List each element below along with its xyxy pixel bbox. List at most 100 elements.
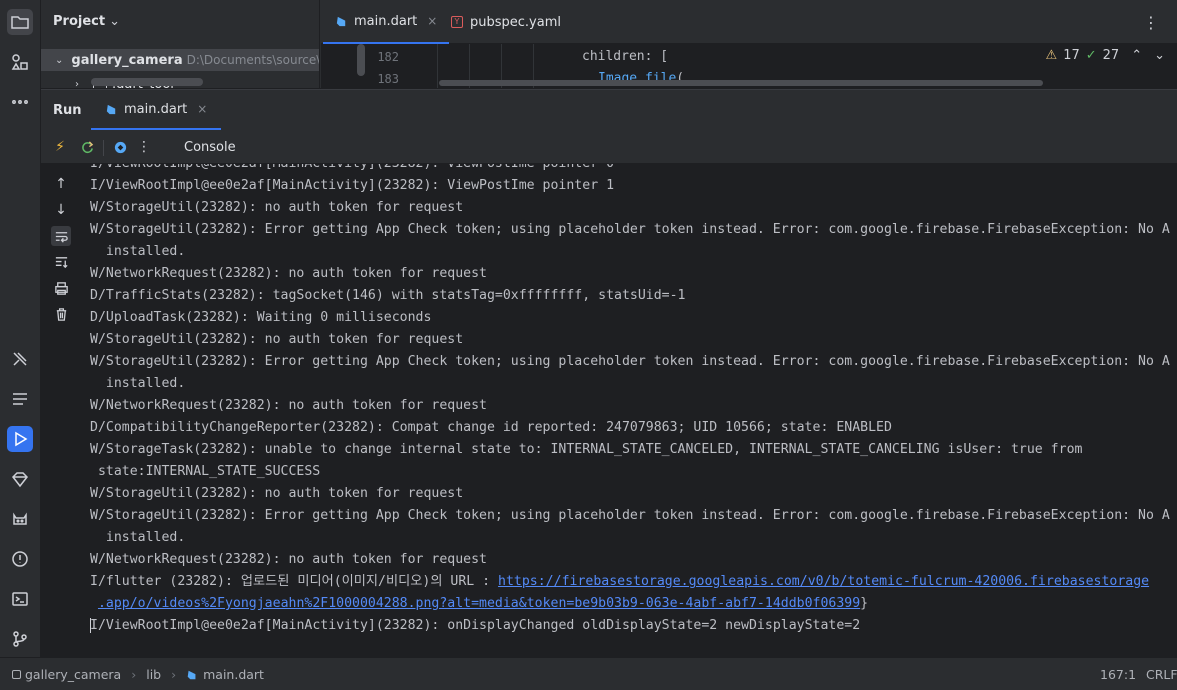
project-root-path: D:\Documents\source\ <box>186 53 320 67</box>
log-line: I/ViewRootImpl@ee0e2af[MainActivity](232… <box>90 178 615 193</box>
gem-icon[interactable] <box>7 466 33 492</box>
breadcrumb-folder[interactable]: lib <box>146 667 161 682</box>
print-icon[interactable] <box>51 278 71 298</box>
log-line-last: I/ViewRootImpl@ee0e2af[MainActivity](232… <box>90 615 860 637</box>
terminal-icon[interactable] <box>7 586 33 612</box>
breadcrumb-project[interactable]: gallery_camera <box>25 667 121 682</box>
check-icon: ✓ <box>1085 48 1097 63</box>
chevron-down-icon[interactable]: ⌄ <box>1154 48 1165 63</box>
indent-guide <box>437 44 438 88</box>
run-tab-main-dart[interactable]: main.dart × <box>91 90 222 130</box>
firebase-url-link-cont[interactable]: .app/o/videos%2Fyongjaeahn%2F1000004288.… <box>98 596 860 611</box>
structure-icon[interactable] <box>7 49 33 75</box>
project-folder-icon[interactable] <box>7 9 33 35</box>
expanded-arrow-icon[interactable]: ⌄ <box>55 55 63 66</box>
line-ending[interactable]: CRLF <box>1146 667 1177 682</box>
yaml-file-icon: Y <box>451 16 463 28</box>
arrow-up-icon[interactable]: ↑ <box>51 174 71 194</box>
log-line: W/StorageUtil(23282): no auth token for … <box>90 332 464 347</box>
log-line: W/StorageUtil(23282): Error getting App … <box>90 508 1170 523</box>
chevron-down-icon: ⌄ <box>109 14 120 29</box>
devtools-icon[interactable] <box>111 138 129 156</box>
hot-reload-icon[interactable]: ⚡ <box>51 138 69 156</box>
more-options-icon[interactable]: ⋮ <box>1143 13 1159 32</box>
project-horizontal-scrollbar[interactable] <box>91 78 203 86</box>
chevron-up-icon[interactable]: ⌃ <box>1131 48 1142 63</box>
more-tools-icon[interactable] <box>7 89 33 115</box>
log-first-char: I <box>90 618 98 633</box>
run-icon[interactable] <box>7 426 33 452</box>
project-view-selector[interactable]: Project ⌄ <box>53 14 120 29</box>
tab-label: main.dart <box>354 13 418 29</box>
code-line-182[interactable]: children: [ <box>582 49 668 64</box>
log-line-flutter-url-cont: .app/o/videos%2Fyongjaeahn%2F1000004288.… <box>90 593 868 615</box>
editor-panel: main.dart × Y pubspec.yaml ⋮ 182 183 chi… <box>321 0 1177 88</box>
project-panel: Project ⌄ ⌄ gallery_camera D:\Documents\s… <box>41 0 320 88</box>
log-line: W/StorageTask(23282): unable to change i… <box>90 442 1083 457</box>
tab-label: pubspec.yaml <box>470 14 561 30</box>
log-line: state:INTERNAL_STATE_SUCCESS <box>90 464 321 479</box>
console-label[interactable]: Console <box>184 140 236 155</box>
dart-file-icon <box>106 104 116 114</box>
breadcrumb: gallery_camera › lib › main.dart <box>12 667 264 682</box>
log-line: W/StorageUtil(23282): Error getting App … <box>90 354 1170 369</box>
log-line: I/ViewRootImpl@ee0e2af[MainActivity](232… <box>90 164 614 175</box>
log-line: W/NetworkRequest(23282): no auth token f… <box>90 552 487 567</box>
tab-main-dart[interactable]: main.dart × <box>323 0 450 44</box>
cat-debug-icon[interactable] <box>7 506 33 532</box>
firebase-url-link[interactable]: https://firebasestorage.googleapis.com/v… <box>498 574 1149 589</box>
soft-wrap-icon[interactable] <box>51 226 71 246</box>
arrow-down-icon[interactable]: ↓ <box>51 200 71 220</box>
warning-count: 17 <box>1063 48 1080 63</box>
line-number: 182 <box>377 50 399 64</box>
flutter-inspector-icon[interactable] <box>7 346 33 372</box>
scroll-to-end-icon[interactable] <box>51 252 71 272</box>
dart-file-icon <box>187 670 196 679</box>
run-tab-label: main.dart <box>124 101 188 117</box>
collapsed-arrow-icon[interactable]: › <box>75 79 89 89</box>
log-line: D/TrafficStats(23282): tagSocket(146) wi… <box>90 288 686 303</box>
top-area: Project ⌄ ⌄ gallery_camera D:\Documents\s… <box>41 0 1177 88</box>
log-line: installed. <box>90 376 186 391</box>
tree-row-project-root[interactable]: ⌄ gallery_camera D:\Documents\source\ <box>41 49 320 71</box>
close-tab-icon[interactable]: × <box>427 14 437 28</box>
console-output[interactable]: I/ViewRootImpl@ee0e2af[MainActivity](232… <box>90 164 1177 658</box>
log-line-flutter-url: I/flutter (23282): 업로드된 미디어(이미지/비디오)의 UR… <box>90 571 1149 593</box>
git-branch-icon[interactable] <box>7 626 33 652</box>
breadcrumb-separator: › <box>131 667 137 682</box>
tab-pubspec-yaml[interactable]: Y pubspec.yaml <box>439 0 573 44</box>
close-tab-icon[interactable]: × <box>197 102 207 116</box>
toolbar-divider <box>103 140 104 156</box>
logcat-list-icon[interactable] <box>7 386 33 412</box>
log-line: W/NetworkRequest(23282): no auth token f… <box>90 398 487 413</box>
more-options-icon[interactable]: ⋮ <box>135 138 153 156</box>
log-line: installed. <box>90 244 186 259</box>
log-line: D/CompatibilityChangeReporter(23282): Co… <box>90 420 892 435</box>
warning-icon: ⚠ <box>1045 48 1058 63</box>
problems-icon[interactable] <box>7 546 33 572</box>
tool-window-strip <box>0 0 41 657</box>
log-line: D/UploadTask(23282): Waiting 0 milliseco… <box>90 310 432 325</box>
log-text: /ViewRootImpl@ee0e2af[MainActivity](2328… <box>97 618 861 633</box>
log-suffix: } <box>860 596 869 611</box>
log-line: W/StorageUtil(23282): Error getting App … <box>90 222 1170 237</box>
log-line: W/StorageUtil(23282): no auth token for … <box>90 486 464 501</box>
trash-icon[interactable] <box>51 304 71 324</box>
project-title: Project <box>53 14 106 29</box>
module-icon <box>12 670 21 679</box>
line-number: 183 <box>377 72 399 86</box>
run-tool-window: Run main.dart × ⚡ ⋮ Console ↑ ↓ I/ViewRo… <box>41 89 1177 658</box>
editor-tab-bar: main.dart × Y pubspec.yaml ⋮ <box>321 0 1177 44</box>
breadcrumb-file[interactable]: main.dart <box>203 667 264 682</box>
log-line: installed. <box>90 530 186 545</box>
log-prefix: I/flutter (23282): 업로드된 미디어(이미지/비디오)의 UR… <box>90 574 499 589</box>
dart-file-icon <box>336 16 346 26</box>
project-root-name: gallery_camera <box>71 52 183 68</box>
run-title: Run <box>53 103 82 118</box>
hot-restart-icon[interactable] <box>78 138 96 156</box>
inspections-widget[interactable]: ⚠ 17 ✓ 27 ⌃ ⌄ <box>1046 48 1165 63</box>
ok-count: 27 <box>1102 48 1120 63</box>
editor-horizontal-scrollbar[interactable] <box>439 80 1043 86</box>
caret-position[interactable]: 167:1 <box>1100 667 1136 682</box>
breadcrumb-separator: › <box>171 667 177 682</box>
